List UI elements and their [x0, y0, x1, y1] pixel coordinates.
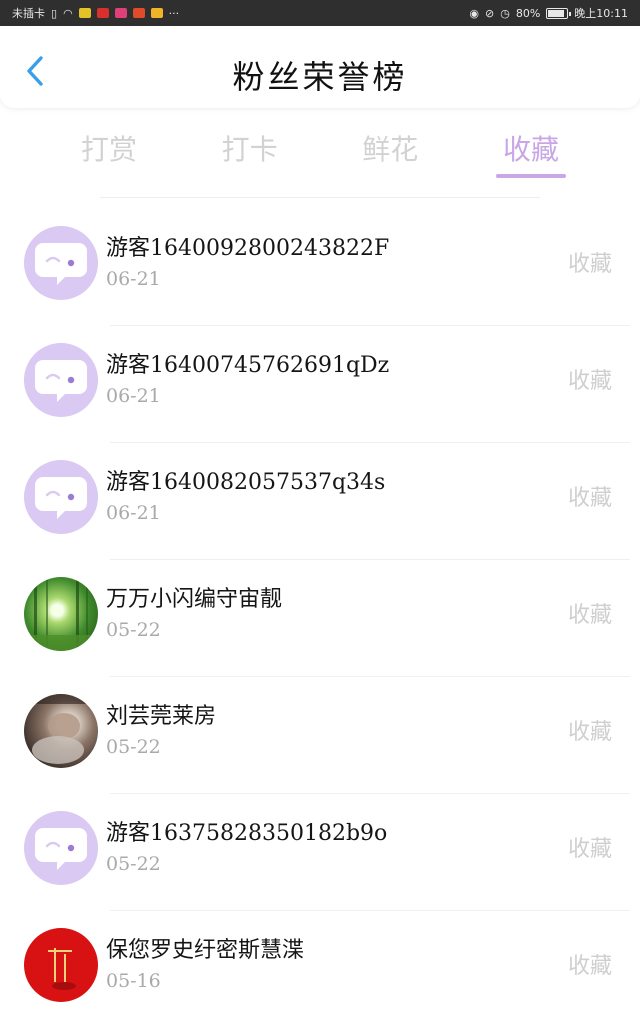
fan-date: 05-22 [106, 853, 161, 875]
status-bar-right: ◉ ⊘ ◷ 80% 晚上10:11 [469, 5, 628, 21]
chat-bubble-icon [35, 360, 87, 402]
status-bar-left: 未插卡 ▯ ◠ ··· [12, 5, 179, 21]
battery-icon [546, 7, 572, 19]
tab-flowers[interactable]: 鲜花 [355, 108, 425, 198]
tab-label: 鲜花 [362, 133, 419, 166]
tab-label: 打卡 [221, 133, 278, 166]
fan-action-label: 收藏 [567, 603, 612, 628]
carrier-label: 未插卡 [12, 7, 45, 20]
avatar [24, 811, 98, 885]
fan-action-label: 收藏 [567, 252, 612, 277]
fan-name: 游客16400745762691qDz [106, 353, 390, 378]
list-item[interactable]: 万万小闪编守宙靓 05-22 收藏 [0, 559, 640, 676]
fan-action-label: 收藏 [567, 486, 612, 511]
fan-action-label: 收藏 [567, 954, 612, 979]
clock: 晚上10:11 [574, 7, 628, 20]
fan-date: 06-21 [106, 385, 161, 407]
fan-name: 刘芸莞莱房 [106, 704, 217, 729]
notification-app-icon [78, 8, 91, 18]
fan-name: 游客16400928002438​22F [106, 236, 390, 261]
divider [110, 325, 630, 326]
silent-icon: ⊘ [485, 6, 495, 20]
notification-app-icon [132, 8, 145, 18]
notification-app-icon [96, 8, 109, 18]
avatar [24, 577, 98, 651]
tab-favorites[interactable]: 收藏 [495, 108, 566, 198]
chat-bubble-icon [35, 477, 87, 519]
fan-action-label: 收藏 [567, 720, 612, 745]
notification-app-icon [114, 8, 127, 18]
fan-date: 06-21 [106, 502, 161, 524]
more-notifications-icon: ··· [168, 6, 180, 20]
tab-label: 收藏 [502, 133, 559, 166]
list-item[interactable]: 游客1637582835018​2b9o 05-22 收藏 [0, 793, 640, 910]
divider [110, 793, 630, 794]
chat-bubble-icon [35, 243, 87, 285]
header-bar: 粉丝荣誉榜 [0, 26, 640, 108]
fan-date: 05-22 [106, 736, 161, 758]
fan-date: 05-22 [106, 619, 161, 641]
fan-name: 游客1637582835018​2b9o [106, 821, 388, 846]
list-item[interactable]: 刘芸莞莱房 05-22 收藏 [0, 676, 640, 793]
forest-photo-icon [24, 577, 98, 651]
avatar [24, 460, 98, 534]
battery-percent: 80% [515, 6, 541, 20]
list-item[interactable]: 游客16400745762691qDz 06-21 收藏 [0, 325, 640, 442]
fan-date: 05-16 [106, 970, 161, 992]
divider [110, 442, 630, 443]
tab-bar: 打赏 打卡 鲜花 收藏 [24, 108, 616, 198]
wifi-icon: ◠ [63, 6, 73, 20]
chat-bubble-icon [35, 828, 87, 870]
list-item[interactable]: 游客1640082057537q34s 06-21 收藏 [0, 442, 640, 559]
tab-label: 打赏 [80, 133, 137, 166]
tab-checkin[interactable]: 打卡 [215, 108, 285, 198]
status-bar: 未插卡 ▯ ◠ ··· ◉ ⊘ ◷ 80% 晚上10:11 [0, 0, 640, 26]
eye-icon: ◉ [469, 6, 480, 20]
tab-reward[interactable]: 打赏 [74, 108, 144, 198]
active-tab-indicator [495, 174, 566, 178]
fan-date: 06-21 [106, 268, 161, 290]
notification-app-icon [150, 8, 163, 18]
page-title: 粉丝荣誉榜 [232, 58, 408, 96]
fan-action-label: 收藏 [567, 837, 612, 862]
divider [110, 910, 630, 911]
fan-list: 游客16400928002438​22F 06-21 收藏 游客16400745… [0, 208, 640, 1027]
avatar [24, 928, 98, 1002]
avatar [24, 226, 98, 300]
fan-action-label: 收藏 [567, 369, 612, 394]
sim-icon: ▯ [51, 6, 58, 20]
list-item[interactable]: 保您罗史纡密斯慧渫 05-16 收藏 [0, 910, 640, 1027]
divider [110, 676, 630, 677]
avatar [24, 343, 98, 417]
fan-name: 游客1640082057537q34s [106, 470, 386, 495]
list-item[interactable]: 游客16400928002438​22F 06-21 收藏 [0, 208, 640, 325]
red-photo-icon [48, 948, 76, 990]
fan-name: 万万小闪编守宙靓 [106, 587, 283, 612]
divider [110, 559, 630, 560]
alarm-icon: ◷ [500, 6, 510, 20]
avatar [24, 694, 98, 768]
fan-name: 保您罗史纡密斯慧渫 [106, 938, 305, 963]
divider [100, 197, 540, 198]
person-photo-icon [24, 694, 98, 764]
